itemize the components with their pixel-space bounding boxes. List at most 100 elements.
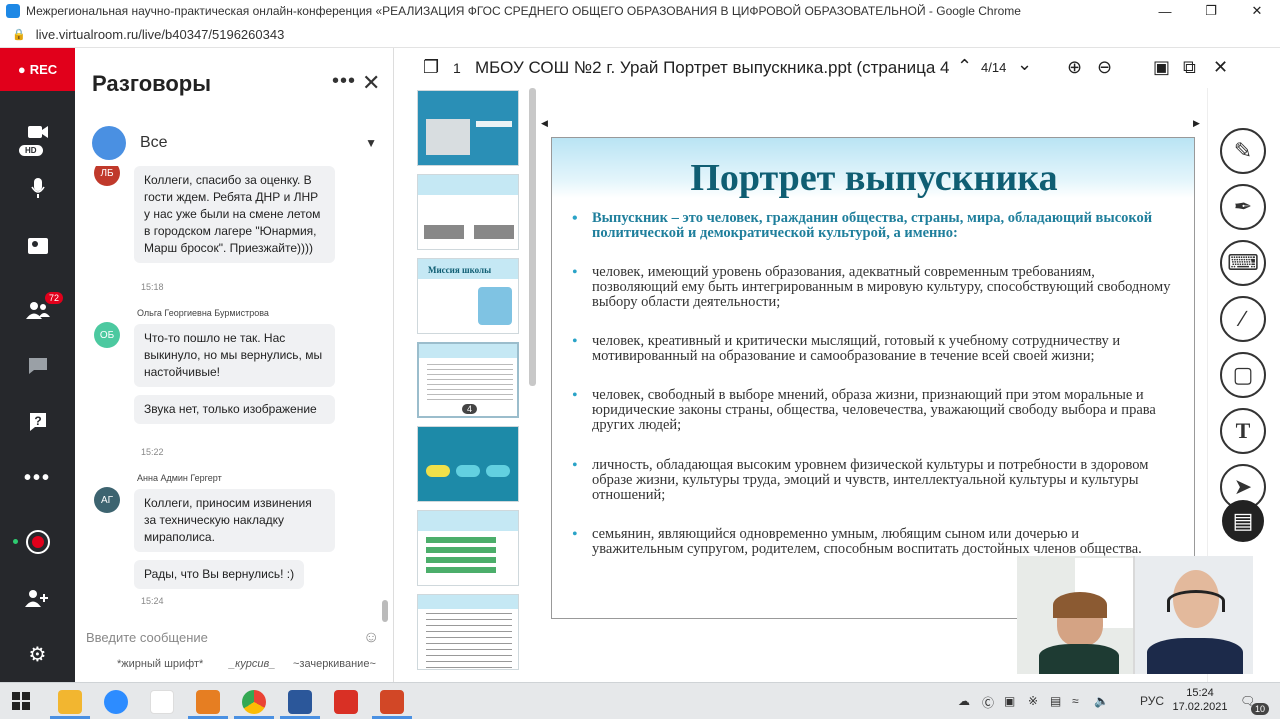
toolbox-icon[interactable]: ▤ [1222,500,1264,542]
emoji-icon[interactable]: ☺ [363,629,379,647]
network-icon[interactable]: ▤ [1050,694,1061,708]
format-strike-hint: ~зачеркивание~ [293,658,376,670]
lock-icon[interactable]: 🔒 [12,28,26,41]
slide-title: Портрет выпускника [690,157,1058,199]
documents-icon[interactable]: ❐ [423,57,439,78]
settings-gear-icon[interactable]: ⚙ [0,634,75,674]
display-icon[interactable]: ▣ [1004,694,1015,708]
next-slide-icon[interactable]: ▶ [1193,118,1200,129]
message-bubble: Коллеги, приносим извинения за техническ… [134,489,335,552]
zoom-in-icon[interactable]: ⊕ [1067,57,1082,78]
format-italic-hint: _курсив_ [229,658,276,670]
highlighter-icon[interactable]: ⌨ [1220,240,1266,286]
chat-more-icon[interactable]: ••• [332,70,356,93]
screen-share-icon[interactable] [0,226,75,266]
chevron-down-icon[interactable]: ⌄ [1017,54,1032,75]
rectangle-icon[interactable]: ▢ [1220,352,1266,398]
address-bar[interactable]: 🔒 live.virtualroom.ru/live/b40347/519626… [0,22,1280,48]
slide-bullet: личность, обладающая высоким уровнем физ… [572,458,1174,503]
windows-start-icon[interactable] [12,692,30,715]
media-player-icon[interactable] [196,690,220,714]
wifi-icon[interactable]: ≈ [1072,694,1079,708]
text-tool-icon[interactable]: T [1220,408,1266,454]
slide-thumbnail[interactable]: Миссия школы [417,258,519,334]
chrome-icon[interactable] [242,690,266,714]
message-time: 15:24 [141,596,164,606]
brush-icon[interactable]: ✒ [1220,184,1266,230]
edge-icon[interactable]: Ⓒ [982,694,994,711]
chevron-up-icon[interactable]: ⌃ [957,56,972,77]
slide-bullet: семьянин, являющийся одновременно умным,… [572,527,1174,557]
message-bubble: Что-то пошло не так. Нас выкинуло, но мы… [134,324,335,387]
line-icon[interactable]: ∕ [1220,296,1266,342]
video-feed[interactable] [1017,556,1253,674]
restore-icon[interactable]: ❐ [1188,0,1234,22]
speaker-video-1 [1017,556,1133,674]
message-list[interactable]: ЛБ Коллеги, спасибо за оценку. В гости ж… [75,166,394,621]
zoom-out-icon[interactable]: ⊖ [1097,57,1112,78]
browser-titlebar: Межрегиональная научно-практическая онла… [0,0,1280,22]
document-title: МБОУ СОШ №2 г. Урай Портрет выпускника.p… [475,58,950,77]
fit-screen-icon[interactable]: ▣ [1153,57,1170,78]
record-button-icon[interactable] [0,522,75,562]
current-page-badge: 4 [462,404,478,414]
message-time: 15:18 [141,282,164,292]
slide-thumbnail[interactable] [417,510,519,586]
cloud-icon[interactable]: ☁ [958,694,970,708]
page-counter: 4/14 [981,60,1007,75]
chat-scrollbar[interactable] [382,600,388,622]
chat-icon[interactable] [0,346,75,386]
slide-thumbnail[interactable] [417,594,519,670]
bluetooth-icon[interactable]: ※ [1028,694,1038,708]
format-bold-hint: *жирный шрифт* [117,658,204,670]
slide-thumbnail[interactable] [417,426,519,502]
group-avatar-icon [92,126,126,160]
message-time: 15:22 [141,447,164,457]
sender-name: Анна Админ Гергерт [137,473,222,483]
itunes-icon[interactable] [150,690,174,714]
hd-badge[interactable]: HD [19,145,43,156]
acrobat-icon[interactable] [334,690,358,714]
minimize-icon[interactable]: — [1142,0,1188,22]
thumbnail-scrollbar[interactable] [529,88,536,386]
more-options-icon[interactable]: ••• [0,458,75,498]
notifications-count: 10 [1251,703,1270,715]
slide-thumbnail-current[interactable]: 4 [417,342,519,418]
file-explorer-icon[interactable] [58,690,82,714]
slide-bullet: человек, креативный и критически мыслящи… [572,334,1174,364]
question-icon[interactable]: ? [0,402,75,442]
slide-thumbnail[interactable] [417,174,519,250]
zoom-app-icon[interactable] [104,690,128,714]
slide-thumbnails: Миссия школы 4 [417,90,519,680]
fullscreen-icon[interactable]: ⧉ [1183,57,1196,78]
thumb-title: Миссия школы [428,265,492,275]
doc-index: 1 [453,60,461,76]
recipient-selector[interactable]: Все ▼ [92,126,377,160]
microphone-icon[interactable] [0,168,75,208]
language-indicator[interactable]: РУС [1140,694,1164,708]
windows-taskbar: ☁ Ⓒ ▣ ※ ▤ ≈ 🔈 РУС 15:24 17.02.2021 🗨 10 [0,682,1280,719]
volume-icon[interactable]: 🔈 [1094,694,1109,708]
participants-icon[interactable] [0,290,75,330]
chat-close-icon[interactable]: ✕ [362,70,380,96]
url-text[interactable]: live.virtualroom.ru/live/b40347/51962603… [36,27,285,42]
recipient-label: Все [140,134,168,151]
participants-count-badge: 72 [45,292,64,304]
close-window-icon[interactable]: ✕ [1234,0,1280,22]
system-clock[interactable]: 15:24 17.02.2021 [1172,686,1228,714]
message-input[interactable]: Введите сообщение [86,630,208,645]
powerpoint-icon[interactable] [380,690,404,714]
window-title: Межрегиональная научно-практическая онла… [26,4,1021,18]
rec-indicator[interactable]: ● REC [0,48,75,91]
speaker-video-2 [1135,556,1253,674]
chat-title: Разговоры [92,71,212,96]
close-presentation-icon[interactable]: ✕ [1213,57,1228,78]
chevron-down-icon[interactable]: ▼ [365,136,377,150]
presentation-area: ❐ 1 МБОУ СОШ №2 г. Урай Портрет выпускни… [395,48,1280,682]
pen-icon[interactable]: ✎ [1220,128,1266,174]
slide-thumbnail[interactable] [417,90,519,166]
word-icon[interactable] [288,690,312,714]
virtualroom-app-icon [6,4,20,18]
prev-slide-icon[interactable]: ◀ [541,118,548,129]
invite-user-icon[interactable] [0,578,75,618]
